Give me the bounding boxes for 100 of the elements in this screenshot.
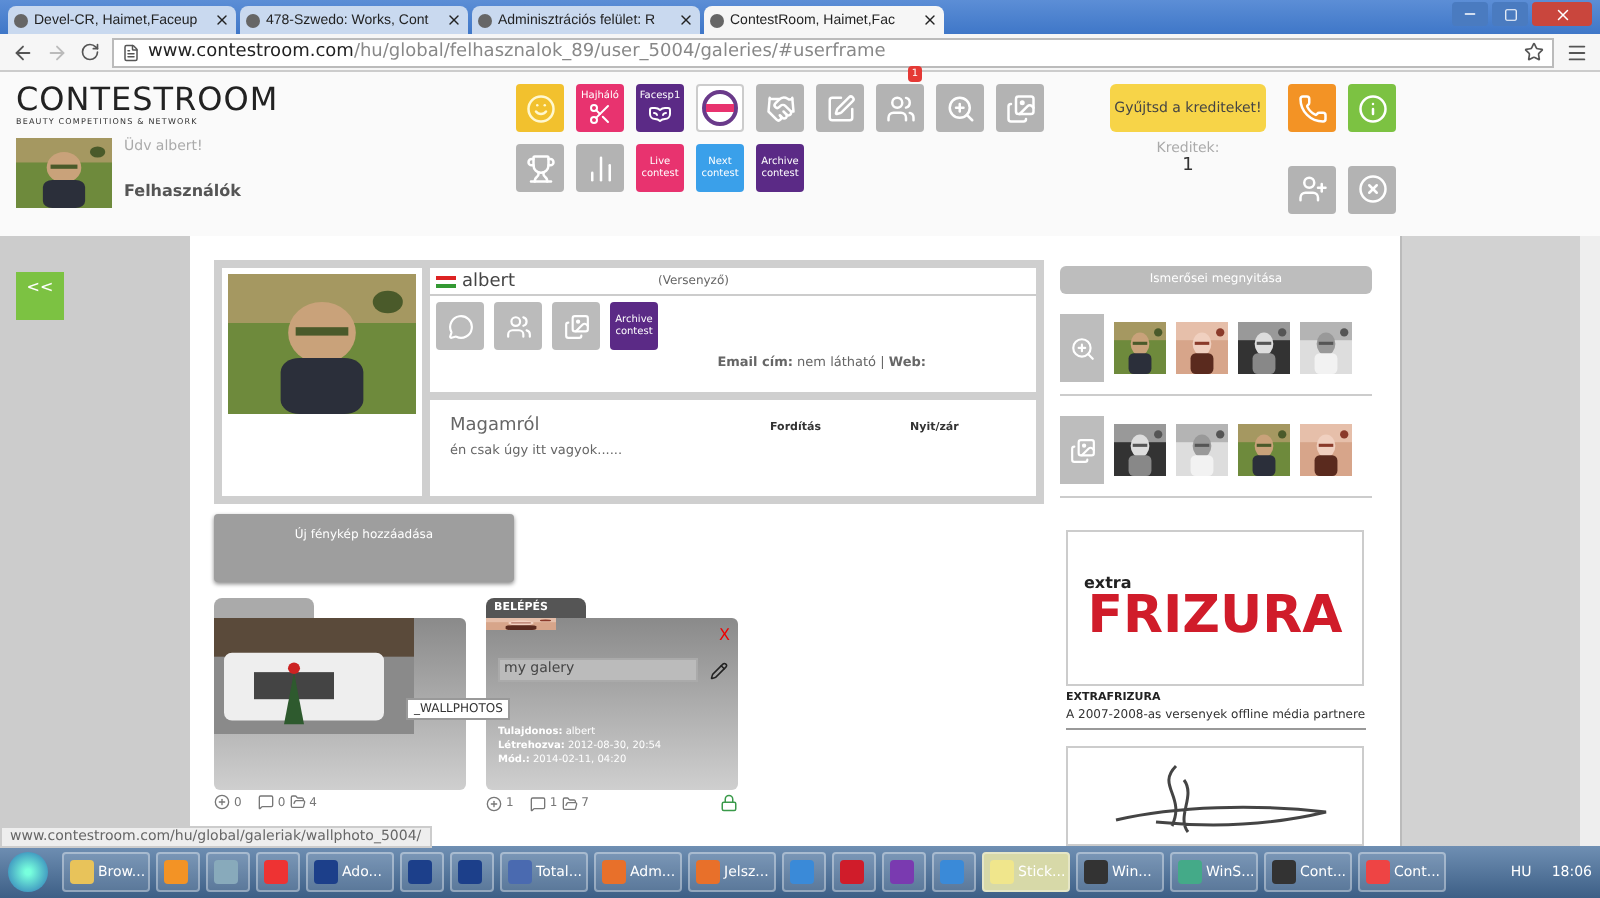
maximize-icon[interactable] (1492, 2, 1528, 26)
taskbar-item[interactable] (156, 852, 200, 892)
credits-value: 1 (1182, 156, 1194, 176)
phone-tile[interactable] (1288, 84, 1336, 132)
app-icon (314, 860, 338, 884)
close-icon[interactable] (214, 12, 230, 28)
user-name: albert (462, 271, 517, 291)
close-tile[interactable] (1348, 165, 1396, 213)
photos-icon (1069, 437, 1095, 463)
ad-logo: FRIZURA (1087, 589, 1343, 641)
phone-icon (1297, 93, 1327, 123)
taskbar-item[interactable] (450, 852, 494, 892)
photos-icon (289, 794, 306, 810)
edit-tile[interactable] (816, 84, 864, 132)
photos-icon (563, 313, 589, 339)
app-icon (264, 860, 288, 884)
app-icon (458, 860, 482, 884)
ad-logo-small: extra (1084, 575, 1132, 589)
page-icon (122, 43, 140, 61)
trophy-tile[interactable] (516, 144, 564, 192)
zoom-tile[interactable] (936, 84, 984, 132)
comment-icon (529, 795, 546, 811)
url-text: www.contestroom.com/hu/global/felhasznalok_89/user_5004/galeries/#userframe (148, 42, 886, 62)
photos-button[interactable] (552, 302, 600, 350)
app-icon (840, 860, 864, 884)
app-icon (164, 860, 188, 884)
users-icon (505, 313, 531, 339)
logo[interactable]: CONTESTROOM (16, 84, 516, 116)
close-icon (1357, 174, 1387, 204)
close-icon[interactable] (678, 12, 694, 28)
photos-icon (1005, 93, 1035, 123)
handshake-icon (765, 93, 795, 123)
user-plus-icon (1297, 174, 1327, 204)
smiley-tile[interactable] (516, 84, 564, 132)
taskbar-item[interactable] (206, 852, 250, 892)
close-icon[interactable] (446, 12, 462, 28)
users-icon (885, 93, 915, 123)
trophy-icon (525, 153, 555, 183)
seal-tile[interactable] (696, 84, 744, 132)
app-icon (990, 860, 1014, 884)
photos-button[interactable] (1060, 416, 1104, 484)
taskbar-item[interactable] (932, 852, 976, 892)
reload-icon[interactable] (80, 42, 100, 62)
star-icon[interactable] (1524, 42, 1544, 62)
minimize-icon[interactable] (1452, 2, 1488, 26)
app-icon (214, 860, 238, 884)
app-icon (696, 860, 720, 884)
zoom-icon (1069, 335, 1095, 361)
handshake-tile[interactable] (756, 84, 804, 132)
app-icon (602, 860, 626, 884)
edit-icon (825, 93, 855, 123)
app-icon (70, 860, 94, 884)
app-icon (790, 860, 814, 884)
photos-tile[interactable] (996, 84, 1044, 132)
smiley-icon (525, 93, 555, 123)
ad-banner[interactable]: extra FRIZURA (1066, 530, 1364, 686)
info-icon (1357, 93, 1387, 123)
seal-icon (702, 90, 738, 126)
close-icon[interactable] (922, 12, 938, 28)
app-icon (508, 860, 532, 884)
message-button[interactable] (436, 302, 484, 350)
info-tile[interactable] (1348, 84, 1396, 132)
scissors-icon (588, 102, 612, 126)
favicon-icon (710, 13, 724, 27)
ad-banner[interactable] (1066, 746, 1364, 846)
zoom-button[interactable] (1060, 314, 1104, 382)
taskbar-item[interactable] (400, 852, 444, 892)
favicon-icon (246, 13, 260, 27)
taskbar-item[interactable] (256, 852, 300, 892)
pencil-icon[interactable] (710, 662, 728, 680)
app-icon (1272, 860, 1296, 884)
back-icon[interactable] (12, 41, 34, 63)
user-plus-tile[interactable] (1288, 165, 1336, 213)
lock-icon[interactable] (720, 794, 738, 812)
comment-icon (257, 794, 274, 810)
plus-icon[interactable] (486, 795, 502, 811)
app-icon (1366, 860, 1390, 884)
taskbar-item[interactable] (832, 852, 876, 892)
taskbar-item[interactable] (882, 852, 926, 892)
users-link[interactable]: Felhasználók (124, 182, 241, 200)
about-title: Magamról (450, 416, 542, 436)
start-button[interactable] (8, 852, 48, 892)
users-tile[interactable] (876, 84, 924, 132)
favicon-icon (14, 13, 28, 27)
app-icon (890, 860, 914, 884)
zoom-icon (945, 93, 975, 123)
flag-icon (436, 275, 456, 287)
plus-icon[interactable] (214, 794, 230, 810)
mask-icon (648, 102, 672, 126)
photos-icon (561, 795, 578, 811)
taskbar-item[interactable] (782, 852, 826, 892)
scrollbar[interactable] (1580, 236, 1600, 846)
forward-icon[interactable] (46, 41, 68, 63)
app-icon (1178, 860, 1202, 884)
address-field[interactable]: www.contestroom.com/hu/global/felhasznalok_89/user_5004/galeries/#userframe (112, 37, 1554, 67)
menu-icon[interactable] (1566, 41, 1588, 63)
app-icon (1084, 860, 1108, 884)
app-icon (408, 860, 432, 884)
app-icon (940, 860, 964, 884)
friends-button[interactable] (494, 302, 542, 350)
